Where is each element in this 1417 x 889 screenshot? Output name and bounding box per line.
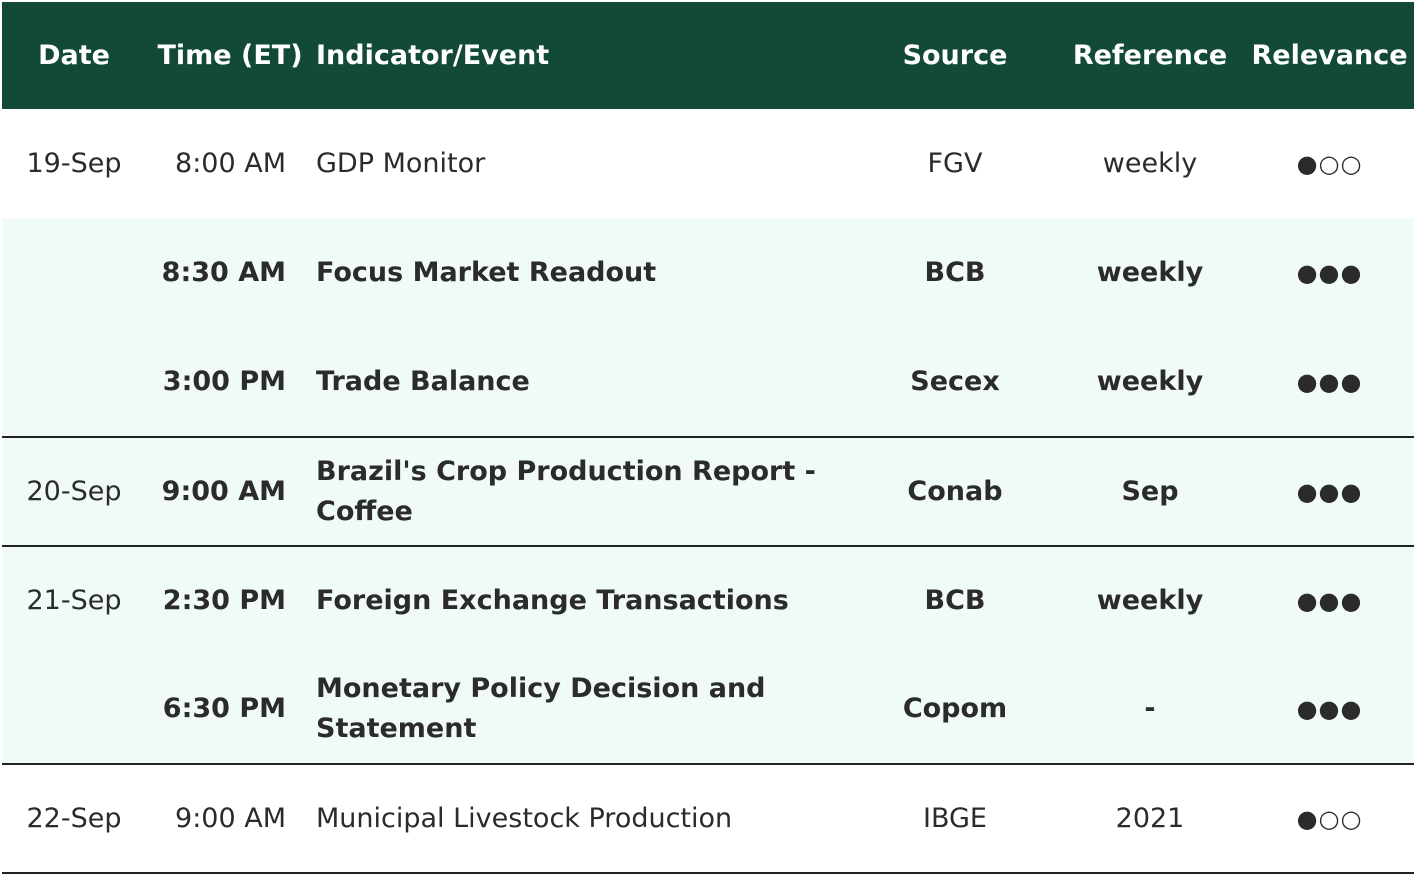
relevance-dots: ●○○ — [1296, 149, 1363, 178]
table-row: 8:30 AM Focus Market Readout BCB weekly … — [2, 218, 1414, 327]
cell-reference: - — [1144, 693, 1156, 724]
header-time: Time (ET) — [157, 40, 303, 71]
table-row: 22-Sep 9:00 AM Municipal Livestock Produ… — [2, 765, 1414, 872]
relevance-dots: ●●● — [1296, 477, 1363, 506]
cell-event: Focus Market Readout — [316, 256, 657, 288]
cell-reference: 2021 — [1115, 803, 1185, 834]
table-row: 19-Sep 8:00 AM GDP Monitor FGV weekly ●○… — [2, 109, 1414, 218]
relevance-dots: ●●● — [1296, 258, 1363, 287]
cell-reference: weekly — [1096, 585, 1204, 616]
cell-date: 19-Sep — [26, 148, 122, 179]
cell-event: Trade Balance — [316, 365, 530, 397]
cell-time: 8:30 AM — [161, 257, 286, 288]
cell-event: Foreign Exchange Transactions — [316, 584, 789, 616]
cell-reference: Sep — [1121, 476, 1179, 507]
cell-source: Copom — [902, 693, 1008, 724]
cell-time: 2:30 PM — [162, 585, 286, 616]
table-header: Date Time (ET) Indicator/Event Source Re… — [2, 2, 1414, 109]
cell-event: Brazil's Crop Production Report - Coffee — [316, 455, 816, 527]
cell-time: 9:00 AM — [175, 803, 286, 834]
cell-date: 20-Sep — [26, 476, 122, 507]
cell-event: Municipal Livestock Production — [316, 802, 733, 834]
relevance-dots: ●●● — [1296, 694, 1363, 723]
relevance-dots: ●●● — [1296, 586, 1363, 615]
cell-source: FGV — [927, 148, 983, 179]
header-date: Date — [38, 40, 110, 71]
table-row: 3:00 PM Trade Balance Secex weekly ●●● — [2, 327, 1414, 436]
table-row: 6:30 PM Monetary Policy Decision and Sta… — [2, 654, 1414, 763]
cell-event: GDP Monitor — [316, 147, 486, 179]
cell-reference: weekly — [1096, 257, 1204, 288]
relevance-dots: ●○○ — [1296, 804, 1363, 833]
header-source: Source — [902, 40, 1008, 71]
cell-date: 22-Sep — [26, 803, 122, 834]
row-divider — [2, 872, 1414, 874]
cell-date: 21-Sep — [26, 585, 122, 616]
cell-reference: weekly — [1096, 366, 1204, 397]
cell-time: 8:00 AM — [175, 148, 286, 179]
cell-time: 3:00 PM — [162, 366, 286, 397]
table-row: 20-Sep 9:00 AM Brazil's Crop Production … — [2, 438, 1414, 545]
relevance-dots: ●●● — [1296, 367, 1363, 396]
cell-source: BCB — [924, 257, 986, 288]
cell-event: Monetary Policy Decision and Statement — [316, 672, 766, 744]
header-reference: Reference — [1072, 40, 1228, 71]
header-relevance: Relevance — [1251, 40, 1408, 71]
cell-reference: weekly — [1102, 148, 1198, 179]
cell-source: IBGE — [923, 803, 987, 834]
header-event: Indicator/Event — [316, 39, 550, 71]
calendar-table: Date Time (ET) Indicator/Event Source Re… — [2, 2, 1414, 874]
cell-time: 6:30 PM — [162, 693, 286, 724]
cell-source: BCB — [924, 585, 986, 616]
cell-source: Secex — [910, 366, 1000, 397]
cell-time: 9:00 AM — [161, 476, 286, 507]
table-row: 21-Sep 2:30 PM Foreign Exchange Transact… — [2, 547, 1414, 654]
cell-source: Conab — [907, 476, 1003, 507]
